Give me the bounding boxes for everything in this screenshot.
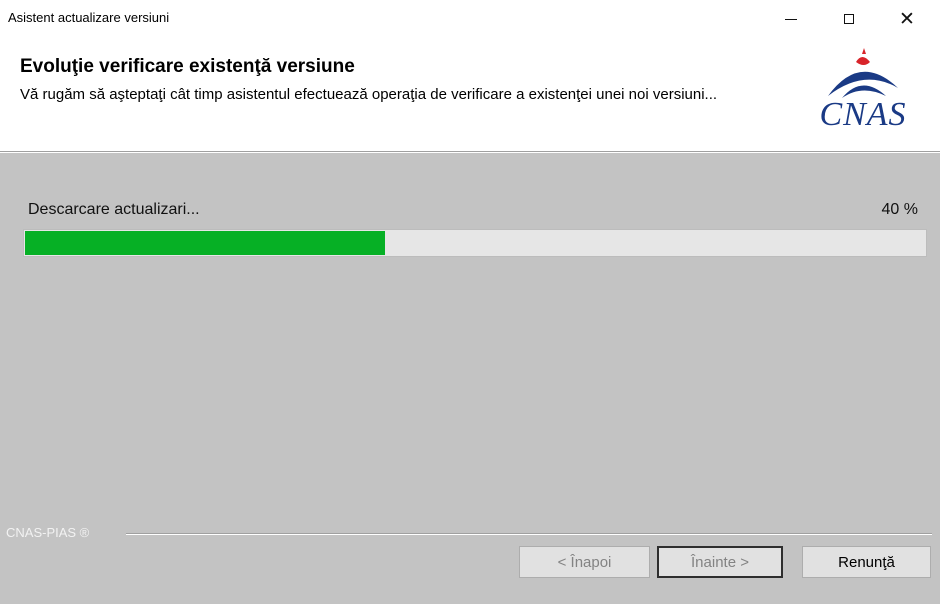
- progress-percent: 40 %: [881, 201, 918, 218]
- cancel-button[interactable]: Renunţă: [802, 546, 931, 578]
- next-button[interactable]: Înainte >: [657, 546, 783, 578]
- logo-text: CNAS: [819, 96, 907, 133]
- page-description: Vă rugăm să aşteptaţi cât timp asistentu…: [20, 86, 718, 103]
- progress-fill: [25, 231, 385, 255]
- minimize-icon: [785, 18, 797, 20]
- window-title: Asistent actualizare versiuni: [8, 10, 170, 25]
- back-button[interactable]: < Înapoi: [519, 546, 650, 578]
- cnas-logo: CNAS: [798, 48, 928, 134]
- page-title: Evoluţie verificare existenţă versiune: [20, 56, 355, 77]
- maximize-icon: [844, 14, 854, 24]
- progress-status: Descarcare actualizari...: [28, 201, 200, 218]
- progress-bar: [23, 229, 927, 257]
- footer-divider: [126, 533, 932, 535]
- close-icon: ✕: [899, 8, 915, 30]
- minimize-button[interactable]: [768, 0, 814, 38]
- wizard-header: Evoluţie verificare existenţă versiune V…: [0, 38, 940, 151]
- wizard-content: Descarcare actualizari... 40 % CNAS-PIAS…: [0, 153, 940, 604]
- close-button[interactable]: ✕: [884, 0, 930, 38]
- brand-label: CNAS-PIAS ®: [6, 525, 90, 540]
- maximize-button[interactable]: [826, 0, 872, 38]
- title-bar: Asistent actualizare versiuni ✕: [0, 0, 940, 38]
